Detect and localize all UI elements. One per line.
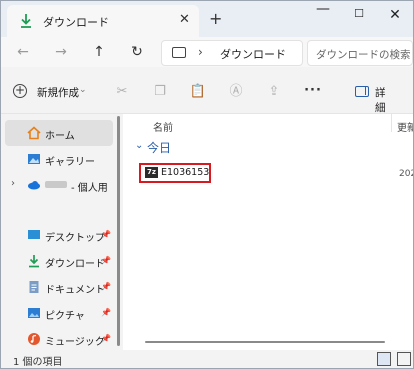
new-tab-button[interactable]: + — [209, 9, 222, 28]
tab-close-icon[interactable]: ✕ — [179, 12, 190, 27]
file-name: E1036153 — [161, 167, 210, 178]
cut-icon[interactable]: ✂ — [113, 83, 131, 101]
minimize-button[interactable]: — — [313, 1, 333, 19]
sidebar-item-label: ピクチャ — [45, 311, 85, 322]
sidebar-item-downloads[interactable]: ダウンロード 📌 — [5, 248, 113, 274]
sidebar-item-label: ダウンロード — [45, 259, 105, 270]
details-pane-icon — [355, 86, 369, 97]
file-list-pane: 名前 更新 ⌄ 今日 7z E1036153 202 — [123, 114, 413, 350]
title-bar: ダウンロード ✕ + — ☐ ✕ — [1, 1, 413, 37]
this-pc-icon[interactable] — [172, 47, 186, 58]
new-button-label: 新規作成 — [37, 87, 79, 99]
navigation-bar: ← → ↑ ↻ › ダウンロード ダウンロードの検索 — [1, 37, 413, 67]
maximize-button[interactable]: ☐ — [349, 7, 369, 25]
pin-icon: 📌 — [101, 230, 111, 239]
chevron-down-icon: ⌄ — [79, 85, 87, 95]
download-icon — [29, 255, 39, 268]
group-collapse-icon[interactable]: ⌄ — [135, 140, 143, 151]
rename-icon[interactable]: Ⓐ — [227, 83, 245, 101]
pin-icon: 📌 — [101, 256, 111, 265]
close-window-button[interactable]: ✕ — [385, 7, 405, 25]
details-label: 詳細 — [375, 87, 386, 114]
pin-icon: 📌 — [101, 282, 111, 291]
document-icon — [29, 281, 39, 293]
column-header-date[interactable]: 更新 — [397, 119, 413, 134]
horizontal-scrollbar[interactable] — [145, 341, 385, 343]
sidebar-item-label: ドキュメント — [45, 285, 105, 296]
details-view-button[interactable] — [377, 352, 391, 366]
expand-chevron-icon[interactable]: › — [11, 178, 15, 189]
pictures-icon — [28, 308, 40, 318]
sidebar-item-label: ミュージック — [45, 337, 105, 348]
file-explorer-window: ダウンロード ✕ + — ☐ ✕ ← → ↑ ↻ › ダウンロード ダウンロード… — [0, 0, 414, 369]
7z-archive-icon: 7z — [145, 167, 158, 178]
tab-downloads[interactable]: ダウンロード ✕ — [7, 5, 199, 37]
forward-button[interactable]: → — [51, 42, 71, 62]
search-input[interactable]: ダウンロードの検索 — [316, 47, 411, 62]
pin-icon: 📌 — [101, 334, 111, 343]
up-button[interactable]: ↑ — [89, 42, 109, 62]
sidebar-item-onedrive[interactable]: › - 個人用 — [5, 172, 113, 198]
sidebar-item-home[interactable]: ホーム — [5, 120, 113, 146]
sidebar-item-pictures[interactable]: ピクチャ 📌 — [5, 300, 113, 326]
search-box[interactable]: ダウンロードの検索 — [307, 40, 413, 66]
group-header-today[interactable]: 今日 — [147, 139, 171, 156]
copy-icon[interactable]: ❐ — [151, 83, 169, 101]
sidebar-scrollbar[interactable] — [117, 116, 120, 346]
onedrive-cloud-icon — [28, 181, 40, 190]
address-bar[interactable]: › ダウンロード — [161, 40, 303, 66]
file-date: 202 — [399, 169, 413, 179]
desktop-icon — [28, 230, 40, 239]
pin-icon: 📌 — [101, 308, 111, 317]
tab-title: ダウンロード — [43, 16, 109, 29]
address-segment-downloads[interactable]: ダウンロード — [220, 46, 286, 62]
navigation-pane: ホーム ギャラリー › - 個人用 デスクトップ 📌 ダウンロード 📌 ドキュメ… — [1, 114, 121, 350]
command-bar: + 新規作成 ⌄ ✂ ❐ 📋 Ⓐ ⇪ ··· 詳細 — [1, 73, 413, 114]
add-icon: + — [13, 83, 27, 98]
download-icon — [21, 14, 31, 28]
sidebar-item-desktop[interactable]: デスクトップ 📌 — [5, 222, 113, 248]
column-header-name[interactable]: 名前 — [153, 119, 173, 134]
sidebar-item-label: ギャラリー — [45, 157, 95, 168]
sidebar-item-label: デスクトップ — [45, 233, 105, 244]
status-bar: 1 個の項目 — [1, 350, 413, 368]
home-icon — [27, 126, 41, 140]
more-options-button[interactable]: ··· — [303, 83, 323, 101]
sidebar-item-documents[interactable]: ドキュメント 📌 — [5, 274, 113, 300]
paste-icon[interactable]: 📋 — [189, 83, 207, 101]
file-item[interactable]: 7z E1036153 — [139, 163, 211, 183]
sidebar-item-label: - 個人用 — [71, 183, 108, 194]
item-count: 1 個の項目 — [13, 357, 63, 368]
sidebar-item-music[interactable]: ミュージック 📌 — [5, 326, 113, 352]
back-button[interactable]: ← — [13, 42, 33, 62]
music-icon — [28, 333, 40, 345]
share-icon[interactable]: ⇪ — [265, 83, 283, 101]
sidebar-item-gallery[interactable]: ギャラリー — [5, 146, 113, 172]
tiles-view-button[interactable] — [397, 352, 411, 366]
column-divider[interactable] — [391, 114, 392, 132]
path-separator-icon[interactable]: › — [198, 45, 203, 59]
redacted-account-name — [45, 181, 67, 188]
sidebar-item-label: ホーム — [45, 131, 75, 142]
refresh-button[interactable]: ↻ — [127, 42, 147, 62]
gallery-icon — [28, 154, 40, 164]
